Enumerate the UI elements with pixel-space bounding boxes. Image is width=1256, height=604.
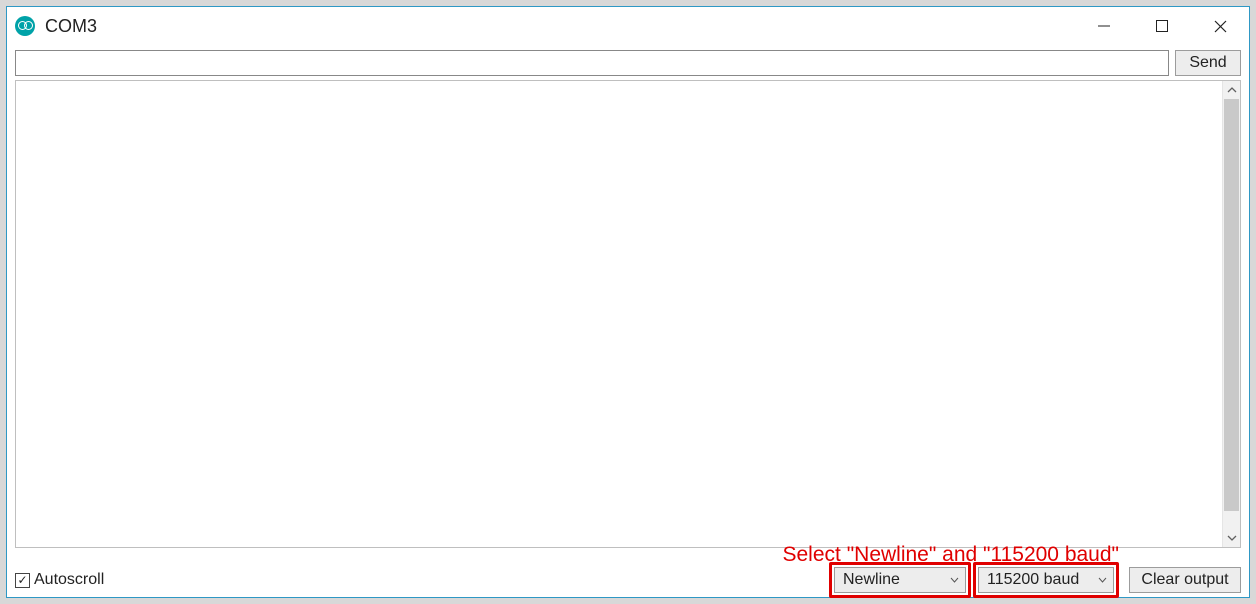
clear-output-button[interactable]: Clear output	[1129, 567, 1241, 593]
footer-bar: ✓ Autoscroll Newline 115200 baud Clear o…	[7, 563, 1249, 597]
output-area-wrap	[15, 80, 1241, 548]
line-ending-value: Newline	[843, 571, 944, 589]
annotation-highlight-baud: 115200 baud	[973, 562, 1119, 598]
maximize-button[interactable]	[1133, 7, 1191, 45]
scrollbar-thumb[interactable]	[1224, 99, 1239, 511]
close-icon	[1214, 20, 1227, 33]
input-row: Send	[7, 45, 1249, 80]
chevron-down-icon	[950, 575, 959, 586]
scroll-down-icon[interactable]	[1223, 529, 1240, 547]
baud-rate-value: 115200 baud	[987, 571, 1092, 589]
vertical-scrollbar[interactable]	[1222, 81, 1240, 547]
serial-input[interactable]	[15, 50, 1169, 76]
scroll-up-icon[interactable]	[1223, 81, 1240, 99]
autoscroll-label: Autoscroll	[34, 571, 104, 589]
minimize-button[interactable]	[1075, 7, 1133, 45]
titlebar: COM3	[7, 7, 1249, 45]
checkmark-icon: ✓	[17, 574, 27, 586]
autoscroll-checkbox[interactable]: ✓	[15, 573, 30, 588]
annotation-highlight-lineending: Newline	[829, 562, 971, 598]
arduino-app-icon	[15, 16, 35, 36]
send-button[interactable]: Send	[1175, 50, 1241, 76]
window-title: COM3	[45, 16, 97, 37]
autoscroll-checkbox-group[interactable]: ✓ Autoscroll	[15, 571, 104, 589]
serial-output-area[interactable]	[16, 81, 1222, 547]
line-ending-dropdown[interactable]: Newline	[834, 567, 966, 593]
close-button[interactable]	[1191, 7, 1249, 45]
chevron-down-icon	[1098, 575, 1107, 586]
window-controls	[1075, 7, 1249, 45]
minimize-icon	[1098, 20, 1110, 32]
maximize-icon	[1156, 20, 1168, 32]
baud-rate-dropdown[interactable]: 115200 baud	[978, 567, 1114, 593]
serial-monitor-window: COM3 Send Select "Newlin	[6, 6, 1250, 598]
